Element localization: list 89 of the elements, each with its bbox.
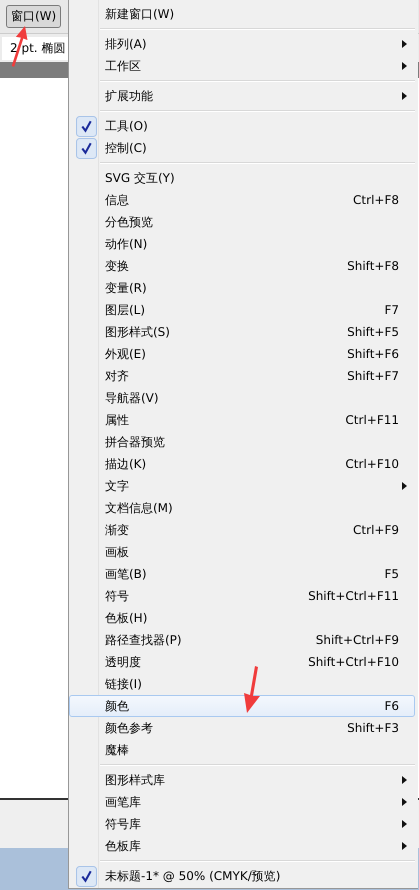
menu-item[interactable]: 变量(R): [69, 277, 415, 299]
menu-item[interactable]: 符号 Shift+Ctrl+F11: [69, 585, 415, 607]
shortcut-text: Shift+F5: [347, 325, 399, 339]
menu-item[interactable]: 图形样式(S) Shift+F5: [69, 321, 415, 343]
menu-item-label: 链接(I): [104, 676, 142, 692]
window-menu-button[interactable]: 窗口(W): [6, 5, 62, 28]
menu-item[interactable]: 新建窗口(W): [69, 3, 415, 25]
menu-item[interactable]: 透明度 Shift+Ctrl+F10: [69, 651, 415, 673]
shortcut-text: Shift+F8: [347, 259, 399, 273]
menu-item[interactable]: 对齐 Shift+F7: [69, 365, 415, 387]
menu-item-label: 新建窗口(W): [104, 6, 174, 22]
menu-item[interactable]: 符号库: [69, 813, 415, 835]
menu-item-label: 变换: [104, 258, 129, 274]
menu-item-label: 渐变: [104, 522, 129, 538]
menu-item-label: 画笔(B): [104, 566, 147, 582]
shortcut-text: F5: [384, 567, 399, 581]
menu-item[interactable]: 画笔(B) F5: [69, 563, 415, 585]
shortcut-text: Shift+Ctrl+F10: [308, 655, 399, 669]
menu-item-label: 透明度: [104, 654, 141, 670]
menu-item-label: 信息: [104, 192, 129, 208]
menu-item[interactable]: 颜色参考 Shift+F3: [69, 717, 415, 739]
menu-item[interactable]: 变换 Shift+F8: [69, 255, 415, 277]
menu-item-label: 扩展功能: [104, 88, 153, 104]
menu-item-label: 变量(R): [104, 280, 147, 296]
menu-item-label: 文字: [104, 478, 129, 494]
menu-item-label: 路径查找器(P): [104, 632, 182, 648]
menu-item-label: 图层(L): [104, 302, 146, 318]
menu-item[interactable]: 图形样式库: [69, 769, 415, 791]
menu-item[interactable]: 工具(O): [69, 115, 415, 137]
menu-item-label: 控制(C): [104, 140, 147, 156]
shortcut-text: Ctrl+F9: [353, 523, 399, 537]
menu-item[interactable]: 信息 Ctrl+F8: [69, 189, 415, 211]
menu-item[interactable]: 色板库: [69, 835, 415, 857]
menu-item-label: 颜色: [104, 698, 129, 714]
menu-item-label: 色板库: [104, 838, 141, 854]
menu-item-label: 颜色参考: [104, 720, 153, 736]
menu-item[interactable]: 控制(C): [69, 137, 415, 159]
menu-item[interactable]: 颜色 F6: [69, 695, 415, 717]
menu-item-label: 未标题-1* @ 50% (CMYK/预览): [104, 868, 280, 884]
menu-item-label: 画板: [104, 544, 129, 560]
menu-item-label: 动作(N): [104, 236, 148, 252]
menu-item[interactable]: 拼合器预览: [69, 431, 415, 453]
menu-item[interactable]: 色板(H): [69, 607, 415, 629]
menu-item[interactable]: 画笔库: [69, 791, 415, 813]
shortcut-text: Shift+F3: [347, 721, 399, 735]
menu-item-label: 色板(H): [104, 610, 148, 626]
menu-item-label: SVG 交互(Y): [104, 170, 175, 186]
menu-item-label: 拼合器预览: [104, 434, 165, 450]
menu-item[interactable]: SVG 交互(Y): [69, 167, 415, 189]
menu-item[interactable]: 渐变 Ctrl+F9: [69, 519, 415, 541]
menu-item-label: 图形样式(S): [104, 324, 170, 340]
shortcut-text: Ctrl+F11: [345, 413, 399, 427]
menu-item[interactable]: 外观(E) Shift+F6: [69, 343, 415, 365]
shortcut-text: Shift+Ctrl+F9: [316, 633, 399, 647]
menu-item[interactable]: 未标题-1* @ 50% (CMYK/预览): [69, 865, 415, 887]
menu-item[interactable]: 导航器(V): [69, 387, 415, 409]
menu-item[interactable]: 动作(N): [69, 233, 415, 255]
shortcut-text: F6: [384, 699, 399, 713]
menu-item-label: 外观(E): [104, 346, 146, 362]
menu-item[interactable]: 属性 Ctrl+F11: [69, 409, 415, 431]
menu-item-label: 导航器(V): [104, 390, 159, 406]
shortcut-text: Shift+F6: [347, 347, 399, 361]
shortcut-text: Ctrl+F8: [353, 193, 399, 207]
menu-item[interactable]: 魔棒: [69, 739, 415, 761]
menu-item-label: 画笔库: [104, 794, 141, 810]
menu-item-label: 工具(O): [104, 118, 148, 134]
shortcut-text: Shift+Ctrl+F11: [308, 589, 399, 603]
menu-item[interactable]: 文字: [69, 475, 415, 497]
menu-item-label: 属性: [104, 412, 129, 428]
shortcut-text: Shift+F7: [347, 369, 399, 383]
menu-item-label: 文档信息(M): [104, 500, 173, 516]
menu-item[interactable]: 描边(K) Ctrl+F10: [69, 453, 415, 475]
menu-item[interactable]: 扩展功能: [69, 85, 415, 107]
menu-item[interactable]: 链接(I): [69, 673, 415, 695]
menu-item-label: 符号: [104, 588, 129, 604]
menu-item[interactable]: 路径查找器(P) Shift+Ctrl+F9: [69, 629, 415, 651]
menu-item[interactable]: 图层(L) F7: [69, 299, 415, 321]
menu-item-label: 分色预览: [104, 214, 153, 230]
shortcut-text: Ctrl+F10: [345, 457, 399, 471]
menu-item-label: 描边(K): [104, 456, 146, 472]
menu-item-label: 符号库: [104, 816, 141, 832]
shortcut-text: F7: [384, 303, 399, 317]
menu-item-label: 图形样式库: [104, 772, 165, 788]
menu-item-label: 对齐: [104, 368, 129, 384]
menu-item[interactable]: 分色预览: [69, 211, 415, 233]
menu-item-label: 魔棒: [104, 742, 129, 758]
menu-item[interactable]: 画板: [69, 541, 415, 563]
menu-item[interactable]: 文档信息(M): [69, 497, 415, 519]
menu-item-label: 工作区: [104, 58, 141, 74]
